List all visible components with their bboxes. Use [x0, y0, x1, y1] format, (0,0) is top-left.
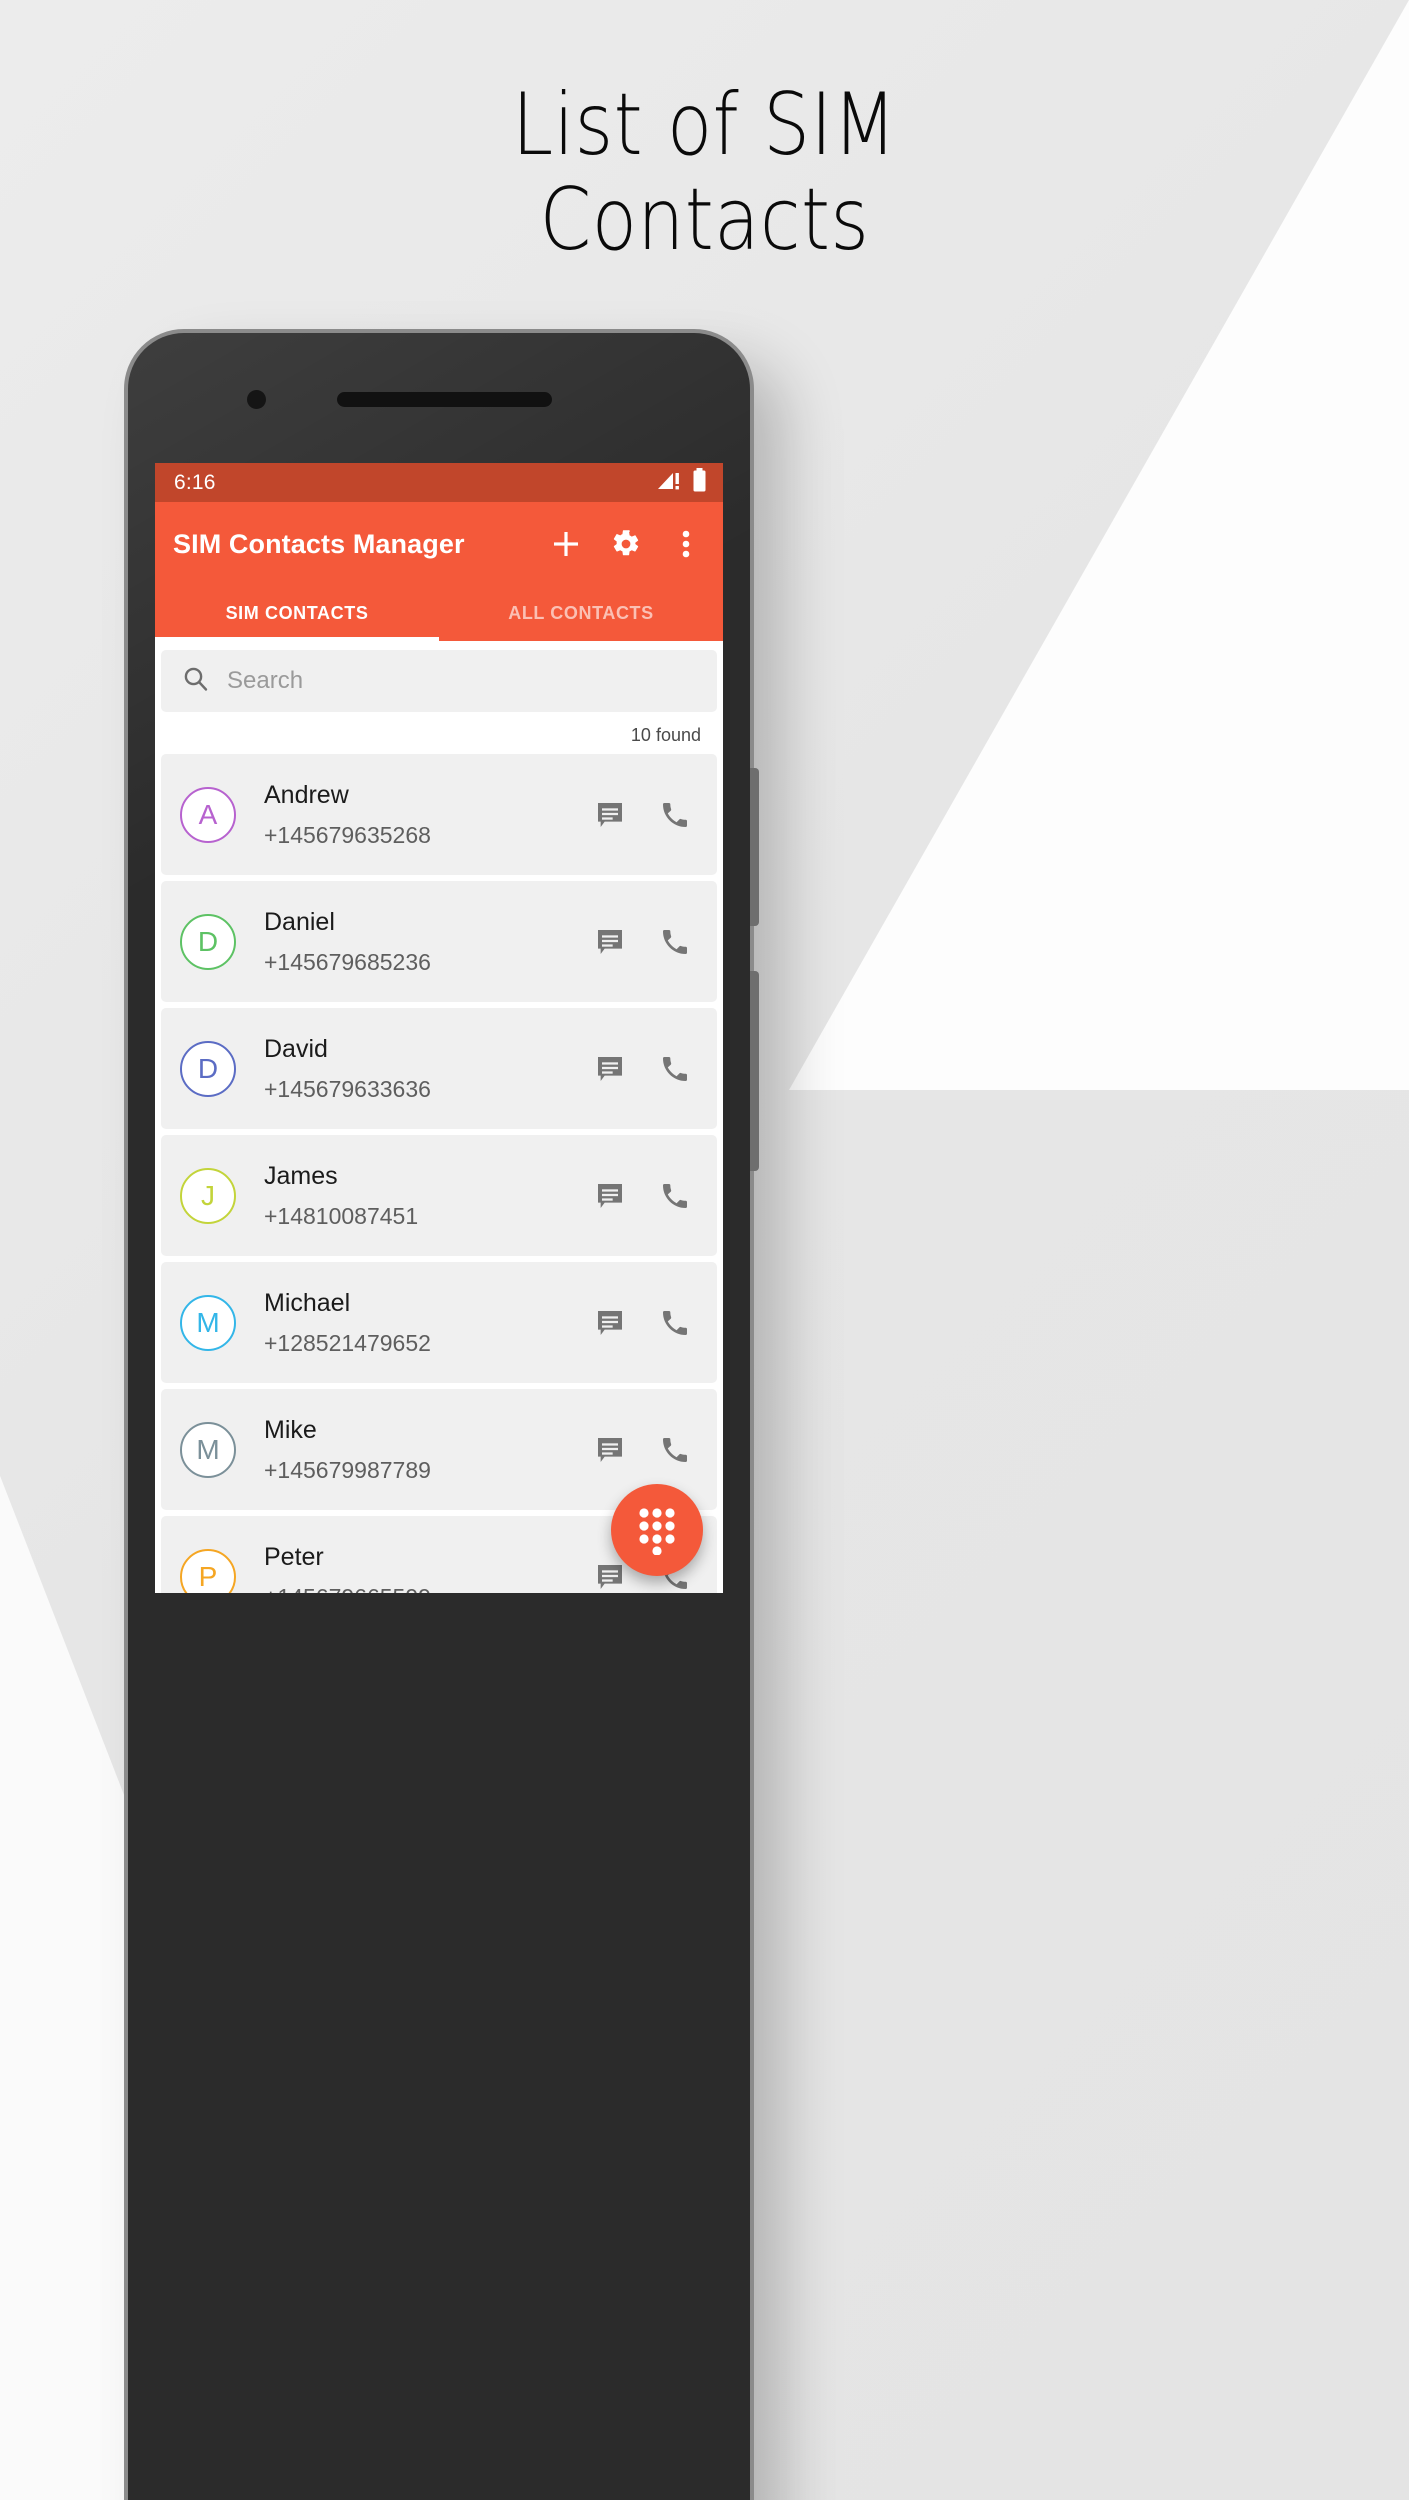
contact-number: +145679665599 — [264, 1584, 594, 1594]
power-button[interactable] — [750, 768, 759, 926]
phone-icon[interactable] — [659, 926, 691, 958]
contact-name: Mike — [264, 1415, 317, 1444]
avatar: A — [180, 786, 236, 843]
poster-headline: List of SIM Contacts — [99, 78, 1311, 267]
avatar: J — [180, 1167, 236, 1224]
phone-icon[interactable] — [659, 799, 691, 831]
contact-info: Michael +128521479652 — [236, 1289, 594, 1357]
row-actions — [594, 799, 695, 831]
earpiece-speaker — [337, 392, 552, 407]
row-actions — [594, 1053, 695, 1085]
app-bar-actions — [549, 527, 705, 561]
gear-icon — [613, 530, 639, 556]
avatar: P — [180, 1548, 236, 1593]
more-options-button[interactable] — [669, 527, 703, 561]
contact-name: Andrew — [264, 780, 349, 809]
row-actions — [594, 1434, 695, 1466]
row-actions — [594, 1307, 695, 1339]
results-count: 10 found — [630, 725, 701, 745]
tab-bar: SIM CONTACTS ALL CONTACTS — [155, 586, 723, 641]
message-icon[interactable] — [594, 1053, 626, 1085]
contact-info: Peter +145679665599 — [236, 1543, 594, 1594]
table-row[interactable]: D Daniel +145679685236 — [161, 881, 717, 1002]
avatar: M — [180, 1294, 236, 1351]
contact-number: +145679633636 — [264, 1075, 431, 1102]
phone-icon[interactable] — [659, 1180, 691, 1212]
status-time: 6:16 — [174, 470, 216, 494]
settings-button[interactable] — [609, 527, 643, 561]
avatar: M — [180, 1421, 236, 1478]
phone-icon[interactable] — [659, 1434, 691, 1466]
app-title: SIM Contacts Manager — [173, 528, 465, 559]
tab-sim-contacts-label: SIM CONTACTS — [225, 603, 369, 623]
avatar-initial: D — [197, 925, 219, 957]
contact-info: Daniel +145679685236 — [236, 908, 594, 976]
avatar-initial: M — [196, 1306, 220, 1338]
contact-name: David — [264, 1034, 328, 1063]
contact-name: Daniel — [264, 907, 335, 936]
front-camera-icon — [247, 390, 266, 409]
contacts-list: A Andrew +145679635268 D Daniel +1456796… — [161, 754, 717, 1593]
contact-number: +145679987789 — [264, 1456, 431, 1483]
avatar: D — [180, 1040, 236, 1097]
tab-all-contacts[interactable]: ALL CONTACTS — [439, 586, 723, 641]
tab-sim-contacts[interactable]: SIM CONTACTS — [155, 586, 439, 641]
headline-line-1: List of SIM — [512, 75, 897, 175]
message-icon[interactable] — [594, 1307, 626, 1339]
headline-line-2: Contacts — [539, 169, 870, 270]
message-icon[interactable] — [594, 1434, 626, 1466]
plus-icon — [554, 532, 578, 556]
dialpad-icon — [639, 1508, 675, 1555]
contact-name: James — [264, 1161, 338, 1190]
table-row[interactable]: A Andrew +145679635268 — [161, 754, 717, 875]
search-input[interactable]: Search — [227, 667, 303, 695]
contact-number: +145679635268 — [264, 821, 431, 848]
phone-icon[interactable] — [659, 1307, 691, 1339]
avatar-initial: P — [198, 1560, 218, 1592]
add-contact-button[interactable] — [549, 527, 583, 561]
message-icon[interactable] — [594, 926, 626, 958]
app-bar: SIM Contacts Manager — [155, 502, 723, 586]
contact-info: James +14810087451 — [236, 1162, 594, 1230]
kebab-menu-icon — [682, 530, 690, 558]
table-row[interactable]: J James +14810087451 — [161, 1135, 717, 1256]
avatar-initial: J — [201, 1179, 215, 1211]
status-icons — [657, 468, 707, 497]
contacts-screen: Search 10 found A Andrew +145679635268 D… — [155, 650, 723, 1593]
contact-info: David +145679633636 — [236, 1035, 594, 1103]
contact-name: Peter — [264, 1542, 324, 1571]
table-row[interactable]: M Michael +128521479652 — [161, 1262, 717, 1383]
contact-info: Mike +145679987789 — [236, 1416, 594, 1484]
message-icon[interactable] — [594, 1561, 626, 1593]
phone-mockup: 6:16 SIM Contacts Manager SIM CONTACTS A… — [128, 333, 759, 2500]
table-row[interactable]: D David +145679633636 — [161, 1008, 717, 1129]
phone-icon[interactable] — [659, 1053, 691, 1085]
phone-screen: 6:16 SIM Contacts Manager SIM CONTACTS A… — [155, 463, 723, 1593]
search-icon — [183, 666, 209, 697]
avatar-initial: D — [197, 1052, 219, 1084]
signal-warning-icon — [657, 469, 681, 496]
message-icon[interactable] — [594, 1180, 626, 1212]
contact-name: Michael — [264, 1288, 351, 1317]
volume-button[interactable] — [750, 971, 759, 1171]
avatar-initial: M — [196, 1433, 220, 1465]
battery-full-icon — [692, 468, 707, 497]
row-actions — [594, 1180, 695, 1212]
message-icon[interactable] — [594, 799, 626, 831]
contact-number: +145679685236 — [264, 948, 431, 975]
status-bar: 6:16 — [155, 463, 723, 502]
contact-number: +14810087451 — [264, 1202, 419, 1229]
avatar: D — [180, 913, 236, 970]
row-actions — [594, 926, 695, 958]
tab-all-contacts-label: ALL CONTACTS — [508, 603, 654, 623]
avatar-initial: A — [198, 798, 218, 830]
contact-info: Andrew +145679635268 — [236, 781, 594, 849]
contact-number: +128521479652 — [264, 1329, 431, 1356]
dialpad-fab-button[interactable] — [611, 1484, 703, 1576]
search-bar[interactable]: Search — [161, 650, 717, 712]
